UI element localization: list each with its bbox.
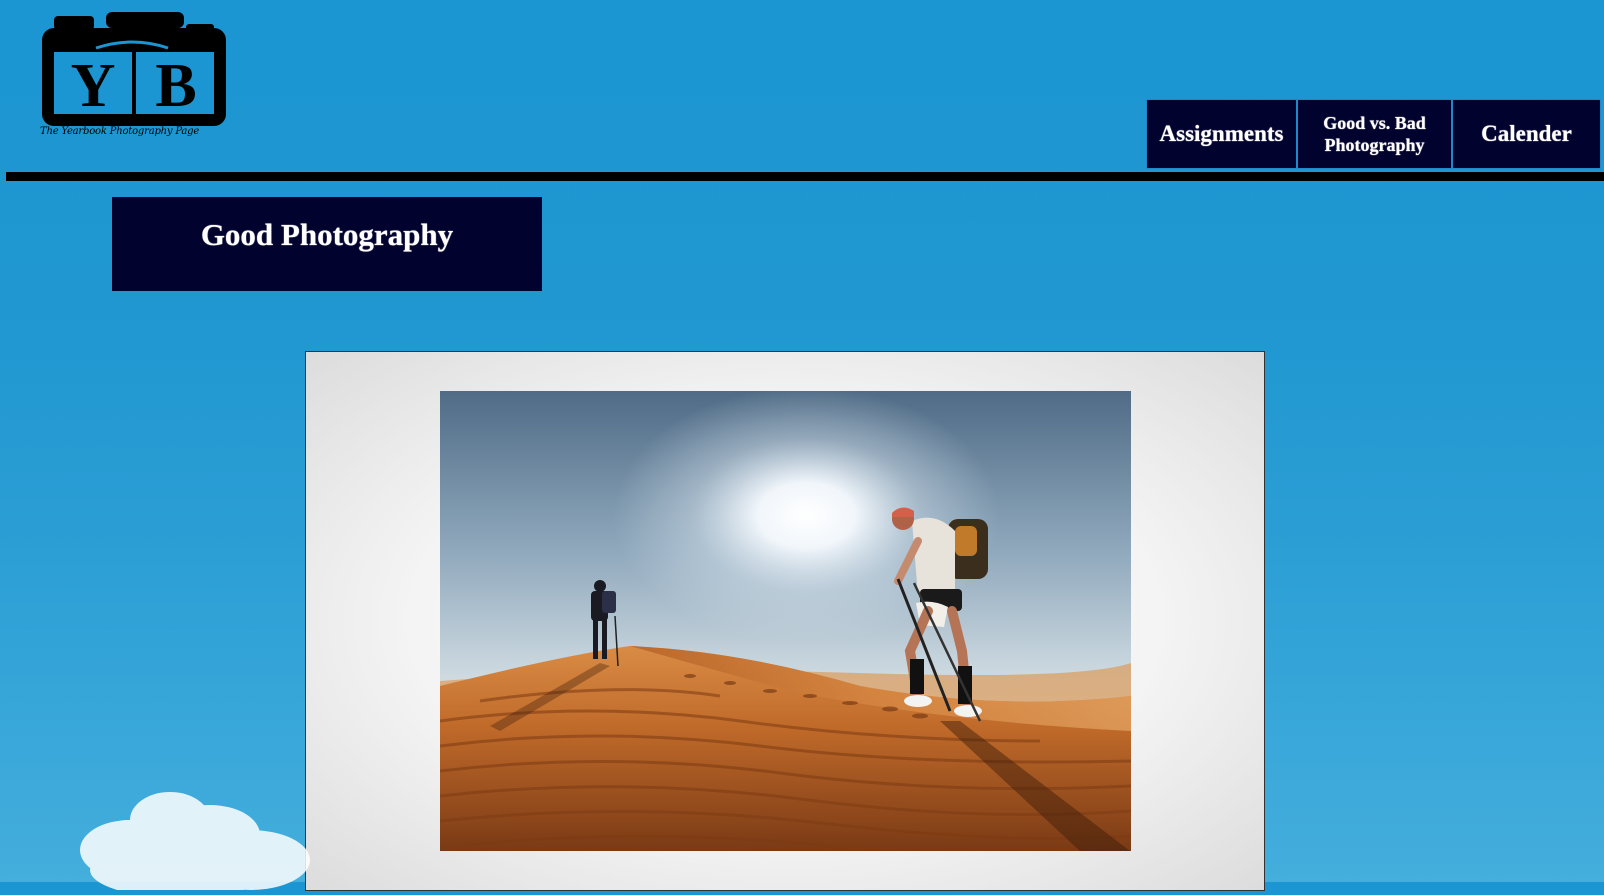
featured-photo (440, 391, 1131, 851)
cloud-decoration (60, 780, 320, 895)
camera-logo-icon: Y B (42, 12, 226, 126)
main-nav: Assignments Good vs. Bad Photography Cal… (1146, 99, 1601, 169)
page-title: Good Photography (200, 217, 454, 252)
desert-hikers-image (440, 391, 1131, 851)
nav-calender[interactable]: Calender (1452, 99, 1601, 169)
nav-good-vs-bad-photography[interactable]: Good vs. Bad Photography (1297, 99, 1452, 169)
svg-text:Y: Y (71, 52, 116, 120)
photo-frame (305, 351, 1265, 891)
logo-tagline: The Yearbook Photography Page (40, 126, 200, 137)
site-logo[interactable]: Y B The Yearbook Photography Page (36, 10, 236, 142)
page-title-box: Good Photography (112, 197, 542, 291)
nav-assignments[interactable]: Assignments (1146, 99, 1297, 169)
svg-text:B: B (155, 52, 196, 120)
header-divider (6, 172, 1604, 181)
